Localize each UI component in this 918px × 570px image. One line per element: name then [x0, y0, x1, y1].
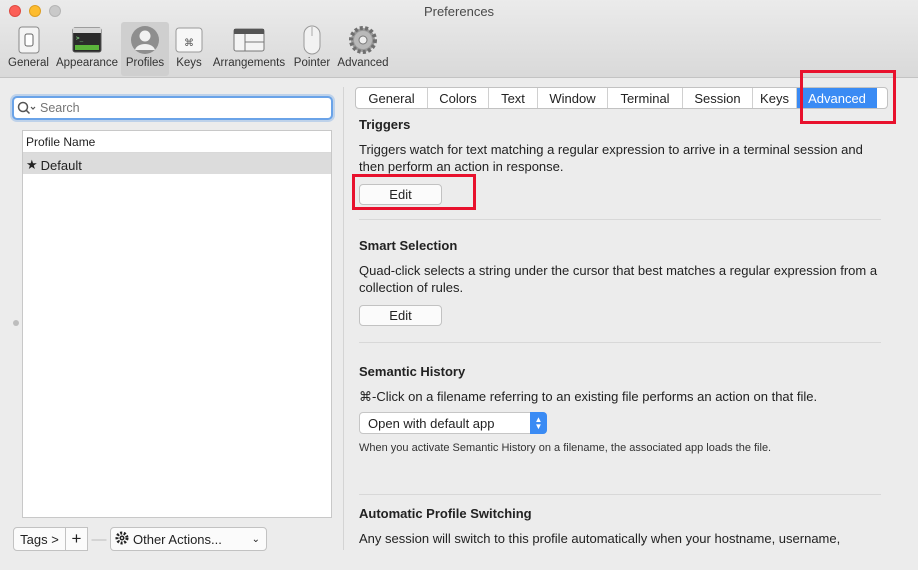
profile-actions-bar: Tags > + — Other Actions... ⌄	[13, 527, 267, 551]
remove-profile-button[interactable]: —	[88, 527, 110, 551]
svg-text:⌘: ⌘	[184, 38, 194, 49]
semantic-history-action-select[interactable]: Open with default app ▲ ▼	[359, 412, 547, 434]
search-input[interactable]	[40, 101, 320, 115]
general-switch-icon	[12, 24, 46, 56]
toolbar-appearance[interactable]: >_ Appearance	[53, 22, 121, 76]
auto-profile-switching-section: Automatic Profile Switching Any session …	[359, 506, 879, 547]
default-star-icon: ★	[26, 157, 38, 172]
smart-selection-edit-button[interactable]: Edit	[359, 305, 442, 326]
tab-window[interactable]: Window	[538, 88, 608, 108]
toolbar-keys[interactable]: ⌘ Keys	[169, 22, 209, 76]
triggers-description: Triggers watch for text matching a regul…	[359, 142, 863, 174]
arrangements-icon	[232, 24, 266, 56]
profile-row-default[interactable]: ★ Default	[23, 153, 331, 174]
tab-colors[interactable]: Colors	[428, 88, 489, 108]
tab-general[interactable]: General	[356, 88, 428, 108]
section-divider	[359, 494, 881, 495]
appearance-window-icon: >_	[70, 24, 104, 56]
tags-button[interactable]: Tags >	[13, 527, 66, 551]
window-title: Preferences	[423, 4, 495, 19]
gear-icon	[115, 531, 129, 548]
semantic-history-description: ⌘-Click on a filename referring to an ex…	[359, 389, 818, 404]
auto-profile-switching-title: Automatic Profile Switching	[359, 506, 532, 521]
other-actions-label: Other Actions...	[133, 531, 222, 547]
semantic-history-section: Semantic History ⌘-Click on a filename r…	[359, 364, 879, 454]
pane-splitter-handle[interactable]	[13, 320, 19, 326]
title-bar: Preferences General >_ Appearance Profil…	[0, 0, 918, 78]
smart-selection-section: Smart Selection Quad-click selects a str…	[359, 238, 879, 326]
semantic-history-note: When you activate Semantic History on a …	[359, 442, 772, 454]
tab-keys[interactable]: Keys	[753, 88, 797, 108]
chevron-down-icon: ⌄	[251, 533, 260, 545]
triggers-edit-highlight-box	[352, 174, 476, 210]
updown-chevron-icon: ▲ ▼	[530, 412, 547, 434]
other-actions-button[interactable]: Other Actions... ⌄	[110, 527, 267, 551]
tab-terminal[interactable]: Terminal	[608, 88, 683, 108]
auto-profile-switching-description: Any session will switch to this profile …	[359, 531, 841, 546]
pointer-mouse-icon	[295, 24, 329, 56]
semantic-history-select-value: Open with default app	[368, 415, 495, 431]
preferences-toolbar: General >_ Appearance Profiles ⌘ Keys Ar…	[4, 22, 391, 76]
toolbar-arrangements[interactable]: Arrangements	[209, 22, 289, 76]
profiles-person-icon	[128, 24, 162, 56]
advanced-gear-icon	[346, 24, 380, 56]
profile-search-field[interactable]	[12, 96, 333, 120]
toolbar-general[interactable]: General	[4, 22, 53, 76]
toolbar-pointer[interactable]: Pointer	[289, 22, 335, 76]
advanced-tab-highlight-box	[800, 70, 896, 124]
profile-name: Default	[40, 157, 82, 173]
tab-text[interactable]: Text	[489, 88, 538, 108]
smart-selection-description: Quad-click selects a string under the cu…	[359, 263, 878, 295]
profile-list[interactable]: Profile Name ★ Default	[22, 130, 332, 518]
profile-name-column-header[interactable]: Profile Name	[23, 131, 331, 153]
toolbar-advanced[interactable]: Advanced	[335, 22, 391, 76]
search-icon	[14, 99, 40, 117]
keys-command-icon: ⌘	[172, 24, 206, 56]
section-divider	[359, 342, 881, 343]
section-divider	[359, 219, 881, 220]
semantic-history-title: Semantic History	[359, 364, 466, 379]
add-profile-button[interactable]: +	[66, 527, 88, 551]
svg-text:>_: >_	[76, 35, 84, 42]
tab-session[interactable]: Session	[683, 88, 753, 108]
smart-selection-title: Smart Selection	[359, 238, 458, 253]
toolbar-profiles[interactable]: Profiles	[121, 22, 169, 76]
